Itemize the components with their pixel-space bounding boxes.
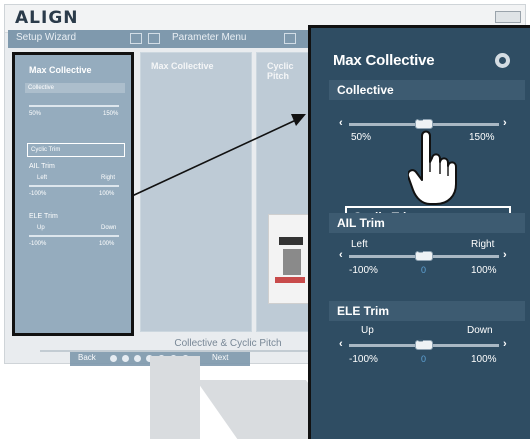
menu-bar: Setup Wizard Parameter Menu bbox=[8, 30, 308, 48]
tab-box-icon bbox=[284, 33, 296, 44]
ail-slider-thumb[interactable] bbox=[415, 249, 433, 261]
tab-box-icon bbox=[148, 33, 160, 44]
ele-min: -100% bbox=[349, 354, 378, 365]
ail-left-label: Left bbox=[351, 239, 368, 250]
left-ail-header: AIL Trim bbox=[29, 163, 55, 170]
ele-up-label: Up bbox=[361, 325, 374, 336]
ele-max: 100% bbox=[471, 354, 497, 365]
left-ele-min: -100% bbox=[29, 241, 47, 247]
left-ele-max: 100% bbox=[99, 241, 115, 247]
left-ail-left: Left bbox=[37, 175, 48, 181]
zoomed-settings-panel: Max Collective Collective ‹ › 50% 150% C… bbox=[308, 25, 530, 439]
gear-icon[interactable] bbox=[495, 53, 510, 68]
page-dot[interactable] bbox=[122, 355, 129, 362]
left-ele-header: ELE Trim bbox=[29, 213, 58, 220]
left-panel-highlight: Max Collective Collective 50% 150% Cycli… bbox=[12, 52, 134, 336]
left-col-max: 150% bbox=[103, 111, 119, 117]
pointing-hand-icon bbox=[408, 130, 457, 205]
left-ail-max: 100% bbox=[99, 191, 115, 197]
left-cyclic-trim-button[interactable]: Cyclic Trim bbox=[27, 143, 125, 157]
ele-down-label: Down bbox=[467, 325, 493, 336]
chevron-left-icon[interactable]: ‹ bbox=[339, 117, 343, 129]
left-ail-slider[interactable] bbox=[29, 185, 119, 187]
ele-value: 0 bbox=[421, 354, 427, 364]
zoom-title: Max Collective bbox=[333, 52, 435, 69]
logo-watermark-shape bbox=[150, 356, 200, 439]
ail-right-label: Right bbox=[471, 239, 495, 250]
ail-max: 100% bbox=[471, 265, 497, 276]
chevron-left-icon[interactable]: ‹ bbox=[339, 338, 343, 350]
left-col-min: 50% bbox=[29, 111, 42, 117]
ele-trim-header: ELE Trim bbox=[329, 301, 525, 321]
chevron-right-icon[interactable]: › bbox=[503, 249, 507, 261]
align-logo: ALIGN bbox=[15, 8, 79, 28]
left-ail-min: -100% bbox=[29, 191, 47, 197]
chevron-right-icon[interactable]: › bbox=[503, 338, 507, 350]
collective-min: 50% bbox=[351, 132, 372, 143]
tab-parameter-menu[interactable]: Parameter Menu bbox=[172, 32, 246, 43]
ail-min: -100% bbox=[349, 265, 378, 276]
collective-max: 150% bbox=[469, 132, 495, 143]
left-collective-slider[interactable] bbox=[29, 105, 119, 107]
next-button[interactable]: Next bbox=[212, 353, 228, 362]
left-ele-slider[interactable] bbox=[29, 235, 119, 237]
left-ele-down: Down bbox=[101, 225, 117, 231]
chevron-left-icon[interactable]: ‹ bbox=[339, 249, 343, 261]
ail-trim-header: AIL Trim bbox=[329, 213, 525, 233]
page-dot[interactable] bbox=[110, 355, 117, 362]
ele-slider-thumb[interactable] bbox=[415, 338, 433, 350]
chevron-right-icon[interactable]: › bbox=[503, 117, 507, 129]
back-button[interactable]: Back bbox=[78, 353, 96, 362]
left-panel-title: Max Collective bbox=[29, 65, 92, 75]
collective-header: Collective bbox=[329, 80, 525, 100]
ail-value: 0 bbox=[421, 265, 427, 275]
page-dot[interactable] bbox=[134, 355, 141, 362]
tab-setup-wizard[interactable]: Setup Wizard bbox=[16, 32, 76, 43]
bg-panel-max-collective: Max Collective bbox=[140, 52, 252, 332]
window-controls[interactable] bbox=[495, 11, 521, 23]
left-ail-right: Right bbox=[101, 175, 116, 181]
helicopter-photo bbox=[268, 214, 312, 304]
left-ele-up: Up bbox=[37, 225, 45, 231]
bg-panel-title: Max Collective bbox=[151, 61, 214, 71]
left-collective-header: Collective bbox=[25, 83, 125, 93]
tab-box-icon bbox=[130, 33, 142, 44]
